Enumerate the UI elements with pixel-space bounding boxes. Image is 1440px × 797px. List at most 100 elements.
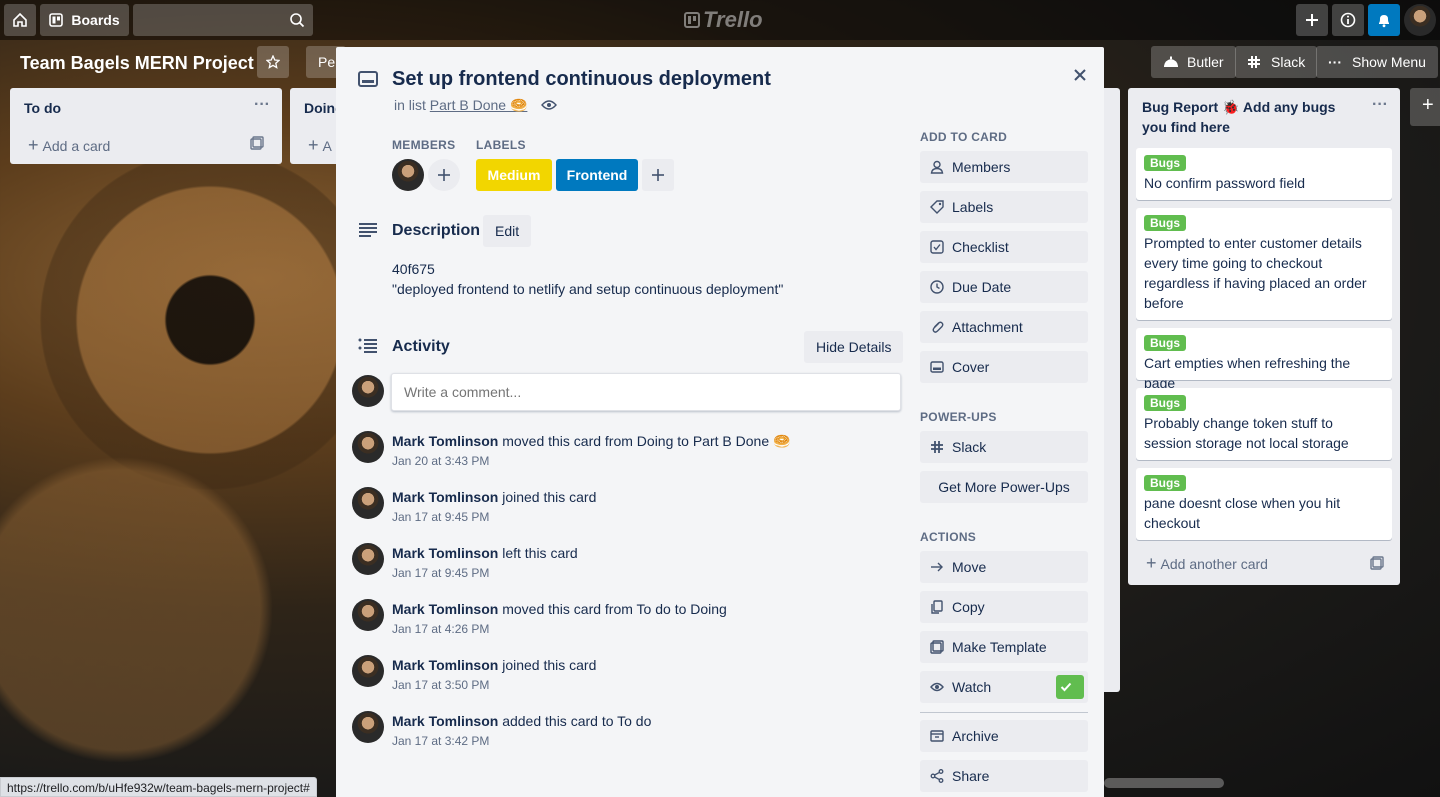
info-button[interactable] bbox=[1332, 4, 1364, 36]
activity-user[interactable]: Mark Tomlinson bbox=[392, 657, 498, 673]
board-scrollbar[interactable] bbox=[1104, 778, 1224, 788]
attachment-button-label: Attachment bbox=[952, 319, 1023, 335]
hide-details-button[interactable]: Hide Details bbox=[804, 331, 904, 363]
list-link[interactable]: Part B Done 🥯 bbox=[430, 97, 528, 113]
cover-button[interactable]: Cover bbox=[920, 351, 1088, 383]
activity-time[interactable]: Jan 20 at 3:43 PM bbox=[392, 451, 790, 471]
list-todo: To do ··· + Add a card bbox=[10, 88, 282, 164]
plus-icon bbox=[1306, 14, 1318, 26]
activity-time[interactable]: Jan 17 at 3:42 PM bbox=[392, 731, 651, 751]
card-title[interactable]: Set up frontend continuous deployment bbox=[392, 68, 771, 91]
share-icon bbox=[930, 769, 944, 783]
member-avatar[interactable] bbox=[392, 159, 424, 191]
activity-user[interactable]: Mark Tomlinson bbox=[392, 713, 498, 729]
card-label: Bugs bbox=[1144, 395, 1186, 411]
add-card-button[interactable]: + Add a card bbox=[28, 135, 110, 156]
plus-icon: + bbox=[1146, 553, 1157, 573]
eye-icon bbox=[930, 682, 944, 692]
get-more-powerups-button[interactable]: Get More Power-Ups bbox=[920, 471, 1088, 503]
butler-button[interactable]: Butler bbox=[1151, 46, 1236, 78]
card-title: Cart empties when refreshing the page bbox=[1144, 355, 1351, 391]
activity-avatar[interactable] bbox=[352, 543, 384, 575]
list-item[interactable]: Bugs Cart empties when refreshing the pa… bbox=[1136, 328, 1392, 391]
move-button[interactable]: Move bbox=[920, 551, 1088, 583]
edit-description-button[interactable]: Edit bbox=[483, 215, 532, 247]
list-menu-icon[interactable]: ··· bbox=[254, 96, 270, 114]
make-template-button[interactable]: Make Template bbox=[920, 631, 1088, 663]
archive-button[interactable]: Archive bbox=[920, 720, 1088, 752]
add-list-button[interactable]: + bbox=[1410, 88, 1440, 126]
activity-time[interactable]: Jan 17 at 9:45 PM bbox=[392, 563, 578, 583]
activity-user[interactable]: Mark Tomlinson bbox=[392, 545, 498, 561]
close-button[interactable] bbox=[1064, 59, 1096, 91]
members-button-label: Members bbox=[952, 159, 1011, 175]
move-button-label: Move bbox=[952, 559, 987, 575]
labels-button[interactable]: Labels bbox=[920, 191, 1088, 223]
slack-board-button[interactable]: Slack bbox=[1235, 46, 1318, 78]
activity-avatar[interactable] bbox=[352, 431, 384, 463]
list-title[interactable]: To do bbox=[24, 100, 61, 116]
label-medium[interactable]: Medium bbox=[476, 159, 552, 191]
notifications-button[interactable] bbox=[1368, 4, 1400, 36]
activity-time[interactable]: Jan 17 at 4:26 PM bbox=[392, 619, 727, 639]
activity-avatar[interactable] bbox=[352, 655, 384, 687]
boards-label: Boards bbox=[71, 12, 120, 28]
check-icon bbox=[1060, 682, 1072, 692]
slack-powerup-button[interactable]: Slack bbox=[920, 431, 1088, 463]
watch-button[interactable]: Watch bbox=[920, 671, 1088, 703]
copy-button-label: Copy bbox=[952, 599, 985, 615]
star-button[interactable] bbox=[257, 46, 289, 78]
activity-user[interactable]: Mark Tomlinson bbox=[392, 601, 498, 617]
list-item[interactable]: Bugs No confirm password field bbox=[1136, 148, 1392, 200]
card-label: Bugs bbox=[1144, 215, 1186, 231]
list-item[interactable]: Bugs Probably change token stuff to sess… bbox=[1136, 388, 1392, 460]
archive-icon bbox=[930, 730, 944, 742]
members-button[interactable]: Members bbox=[920, 151, 1088, 183]
plus-icon bbox=[652, 169, 664, 181]
activity-time[interactable]: Jan 17 at 3:50 PM bbox=[392, 675, 596, 695]
card-template-icon[interactable] bbox=[1370, 556, 1384, 570]
list-menu-icon[interactable]: ··· bbox=[1372, 96, 1388, 114]
attachment-button[interactable]: Attachment bbox=[920, 311, 1088, 343]
trello-logo[interactable]: Trello bbox=[684, 7, 763, 33]
add-to-card-heading: ADD TO CARD bbox=[920, 130, 1008, 144]
activity-avatar[interactable] bbox=[352, 599, 384, 631]
slack-board-label: Slack bbox=[1271, 54, 1306, 70]
activity-item: Mark Tomlinson added this card to To do … bbox=[392, 711, 651, 751]
checklist-button[interactable]: Checklist bbox=[920, 231, 1088, 263]
add-card-button[interactable]: + Add another card bbox=[1146, 553, 1268, 574]
arrow-right-icon bbox=[931, 562, 943, 572]
show-menu-button[interactable]: ··· Show Menu bbox=[1316, 46, 1438, 78]
activity-avatar[interactable] bbox=[352, 487, 384, 519]
more-icon: ··· bbox=[1328, 54, 1342, 70]
add-member-button[interactable] bbox=[428, 159, 460, 191]
close-icon bbox=[1074, 69, 1086, 81]
list-title[interactable]: Bug Report 🐞 Add any bugs you find here bbox=[1142, 97, 1362, 137]
label-frontend[interactable]: Frontend bbox=[556, 159, 638, 191]
create-button[interactable] bbox=[1296, 4, 1328, 36]
card-template-icon[interactable] bbox=[250, 136, 264, 150]
person-icon bbox=[930, 160, 944, 174]
boards-button[interactable]: Boards bbox=[40, 4, 129, 36]
board-title[interactable]: Team Bagels MERN Project bbox=[20, 53, 254, 74]
search-input[interactable] bbox=[133, 4, 313, 36]
share-button[interactable]: Share bbox=[920, 760, 1088, 792]
comment-avatar bbox=[352, 375, 384, 407]
activity-avatar[interactable] bbox=[352, 711, 384, 743]
show-menu-label: Show Menu bbox=[1352, 54, 1426, 70]
copy-button[interactable]: Copy bbox=[920, 591, 1088, 623]
powerups-heading: POWER-UPS bbox=[920, 410, 997, 424]
activity-user[interactable]: Mark Tomlinson bbox=[392, 433, 498, 449]
description-text[interactable]: 40f675 "deployed frontend to netlify and… bbox=[392, 259, 783, 299]
add-card-button[interactable]: + A bbox=[308, 135, 332, 156]
add-label-button[interactable] bbox=[642, 159, 674, 191]
archive-button-label: Archive bbox=[952, 728, 999, 744]
list-item[interactable]: Bugs Prompted to enter customer details … bbox=[1136, 208, 1392, 320]
activity-time[interactable]: Jan 17 at 9:45 PM bbox=[392, 507, 596, 527]
due-date-button[interactable]: Due Date bbox=[920, 271, 1088, 303]
comment-input[interactable] bbox=[391, 373, 901, 411]
user-avatar[interactable] bbox=[1404, 4, 1436, 36]
home-button[interactable] bbox=[4, 4, 36, 36]
list-item[interactable]: Bugs pane doesnt close when you hit chec… bbox=[1136, 468, 1392, 540]
activity-user[interactable]: Mark Tomlinson bbox=[392, 489, 498, 505]
